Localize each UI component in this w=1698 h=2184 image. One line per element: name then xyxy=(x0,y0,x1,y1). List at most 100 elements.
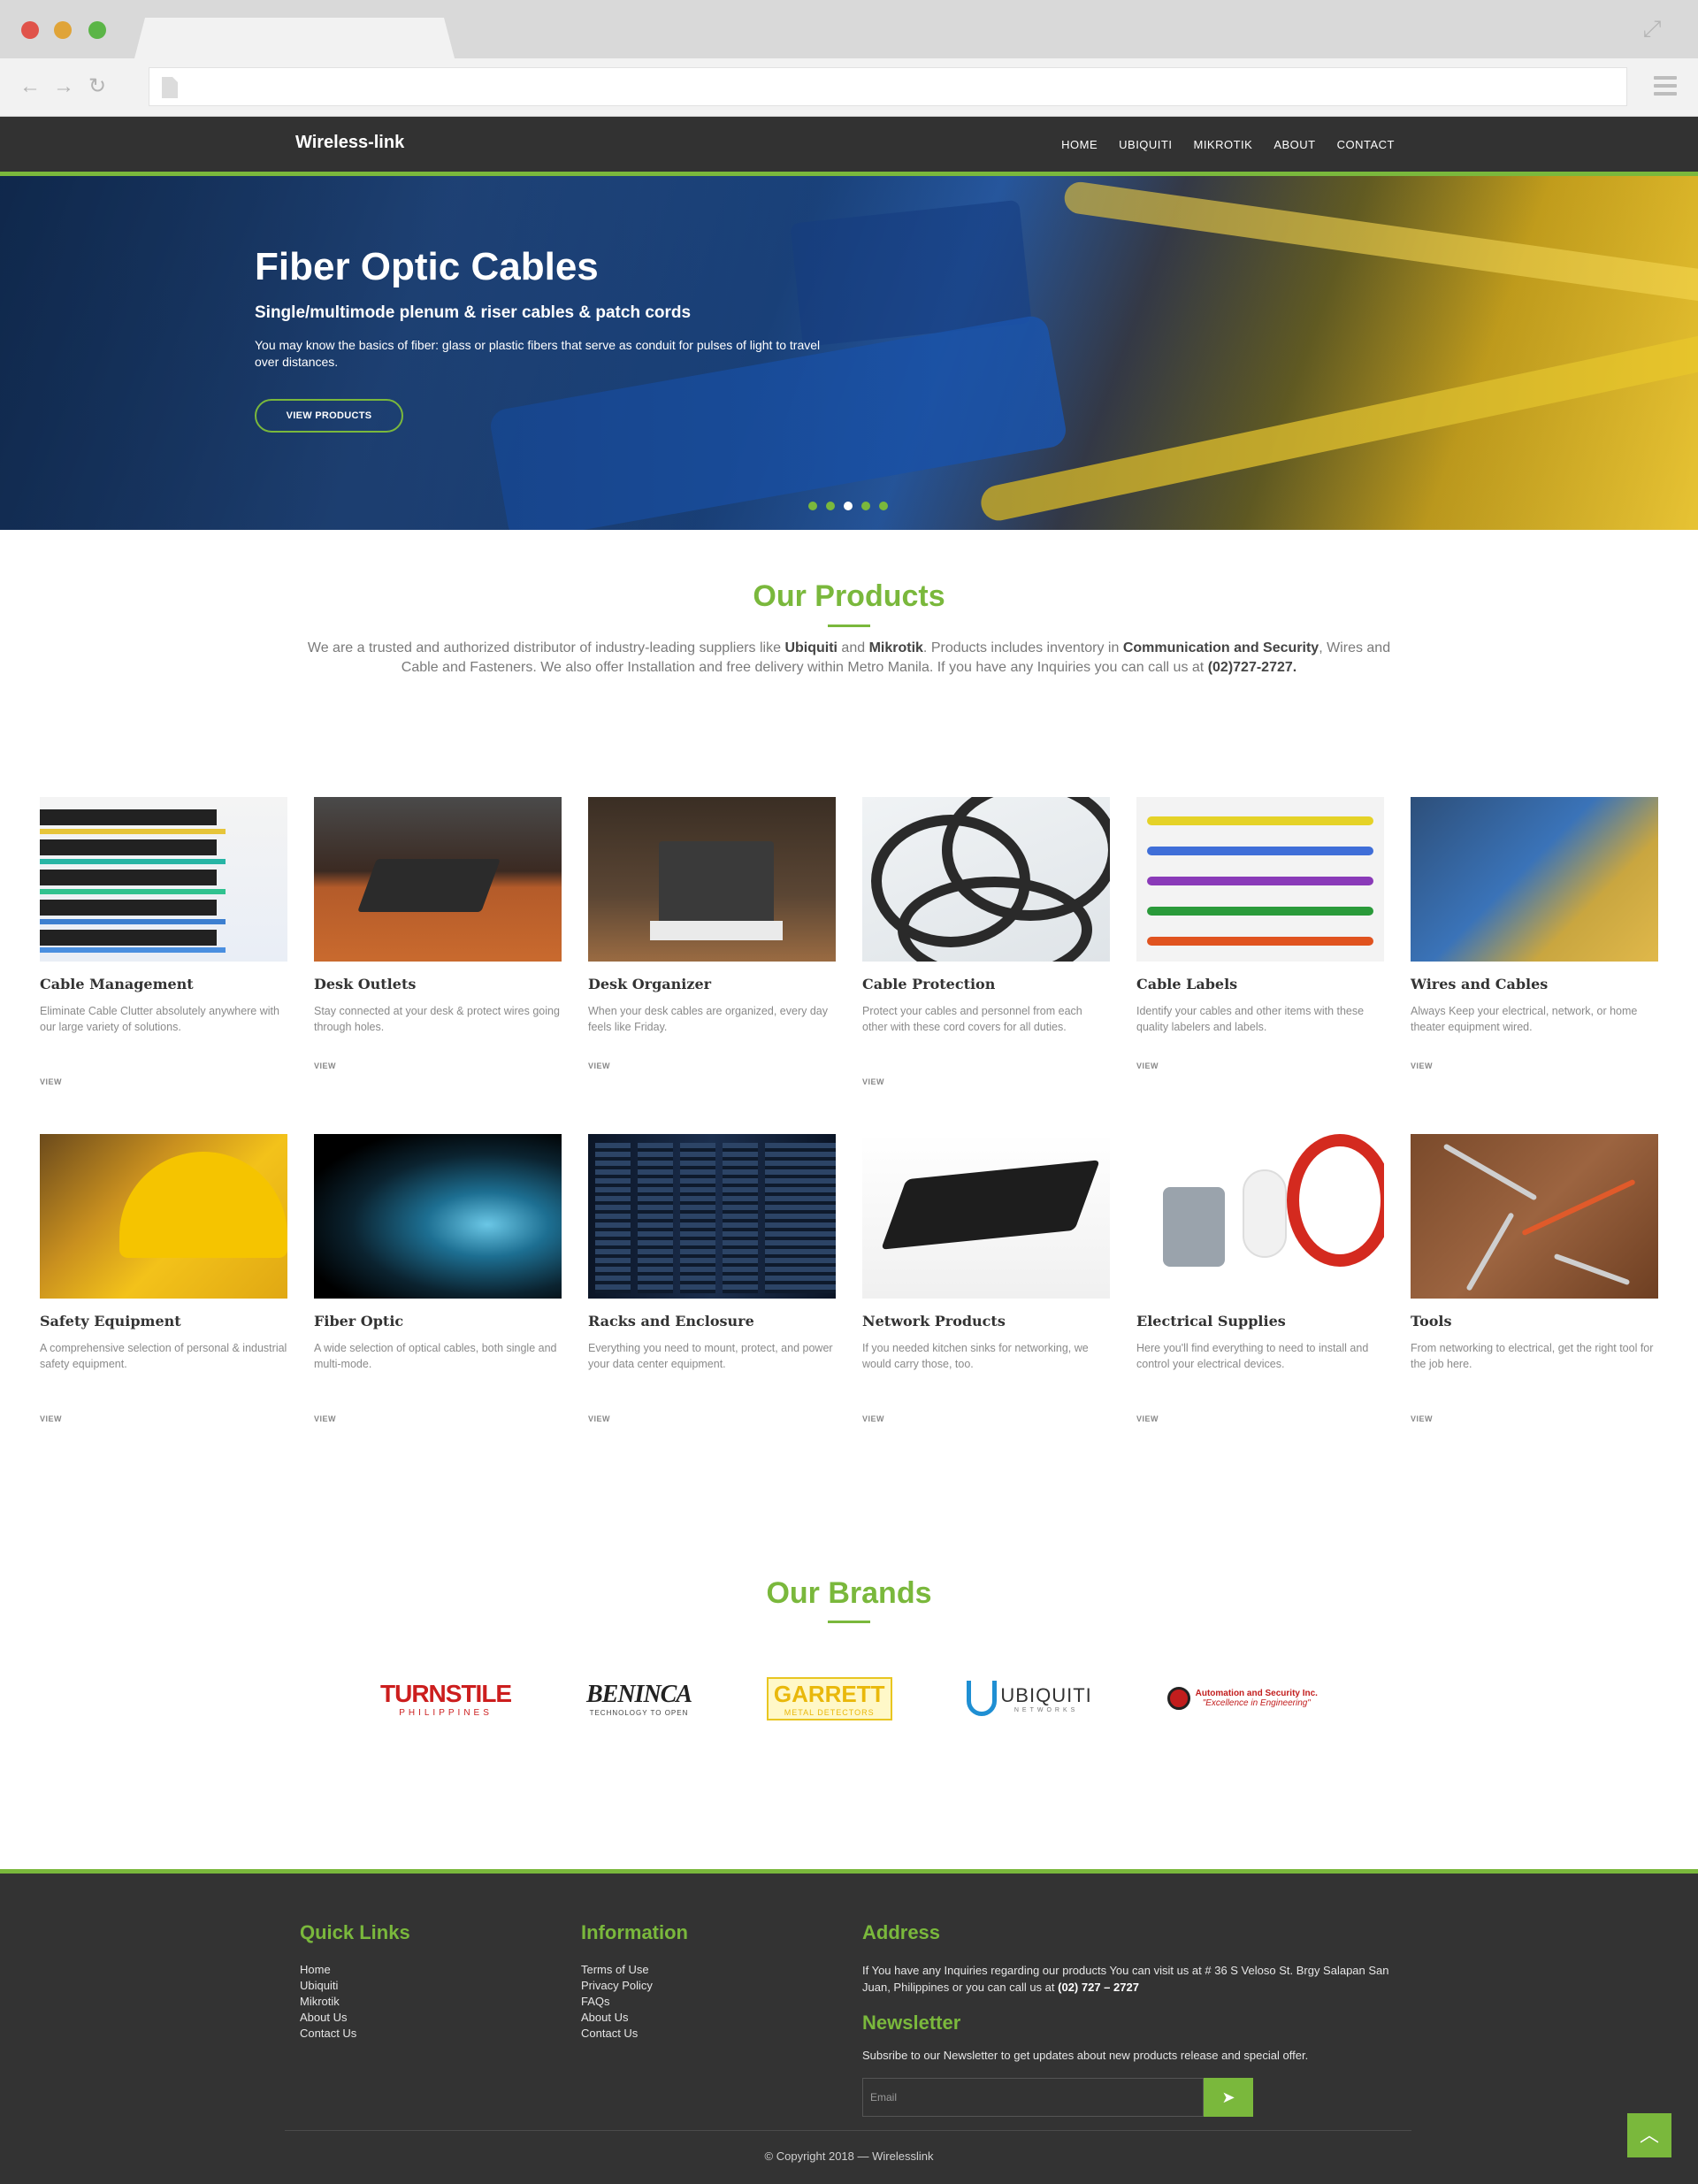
footer-link-privacy[interactable]: Privacy Policy xyxy=(581,1978,688,1994)
product-description: When your desk cables are organized, eve… xyxy=(588,1005,828,1033)
product-image[interactable] xyxy=(40,797,287,962)
logo-tagline: NETWORKS xyxy=(1013,1706,1079,1713)
slider-dot[interactable] xyxy=(844,502,853,510)
product-name[interactable]: Racks and Enclosure xyxy=(588,1313,836,1330)
view-link[interactable]: VIEW xyxy=(1411,1414,1658,1423)
seal-icon xyxy=(1166,1687,1190,1710)
logo-tagline: "Excellence in Engineering" xyxy=(1202,1698,1311,1708)
product-name[interactable]: Tools xyxy=(1411,1313,1658,1330)
hero-slider: Fiber Optic Cables Single/multimode plen… xyxy=(0,176,1698,530)
product-image[interactable] xyxy=(314,1134,562,1299)
browser-tab[interactable] xyxy=(134,18,455,58)
fullscreen-icon[interactable]: ⤢ xyxy=(1640,16,1664,41)
footer-link-ubiquiti[interactable]: Ubiquiti xyxy=(300,1978,410,1994)
product-image[interactable] xyxy=(862,1134,1110,1299)
view-link[interactable]: VIEW xyxy=(1136,1061,1384,1070)
product-card-wires-and-cables: Wires and Cables Always Keep your electr… xyxy=(1411,797,1658,1134)
reload-icon[interactable]: ↻ xyxy=(88,76,106,97)
product-name[interactable]: Safety Equipment xyxy=(40,1313,287,1330)
footer-link-contact-us[interactable]: Contact Us xyxy=(581,2026,688,2042)
product-image[interactable] xyxy=(1136,1134,1384,1299)
slider-dot[interactable] xyxy=(826,502,835,510)
ubiquiti-logo[interactable]: UBIQUITI NETWORKS xyxy=(967,1681,1091,1716)
view-link[interactable]: VIEW xyxy=(40,1077,287,1086)
product-grid: Cable Management Eliminate Cable Clutter… xyxy=(40,797,1658,1471)
footer-link-faqs[interactable]: FAQs xyxy=(581,1994,688,2010)
close-window-icon[interactable] xyxy=(21,21,39,39)
garrett-logo[interactable]: GARRETT METAL DETECTORS xyxy=(766,1676,892,1720)
product-image[interactable] xyxy=(1411,797,1658,962)
product-description: Here you'll find everything to need to i… xyxy=(1136,1342,1369,1370)
address-bar[interactable] xyxy=(149,67,1627,106)
nav-contact[interactable]: CONTACT xyxy=(1337,138,1395,151)
slider-dot[interactable] xyxy=(879,502,888,510)
view-link[interactable]: VIEW xyxy=(862,1077,1110,1086)
product-name[interactable]: Network Products xyxy=(862,1313,1110,1330)
browser-menu-icon[interactable] xyxy=(1654,76,1677,96)
email-input[interactable] xyxy=(862,2078,1204,2117)
product-name[interactable]: Cable Protection xyxy=(862,976,1110,992)
product-name[interactable]: Fiber Optic xyxy=(314,1313,562,1330)
nav-about[interactable]: ABOUT xyxy=(1274,138,1315,151)
product-name[interactable]: Desk Outlets xyxy=(314,976,562,992)
product-image[interactable] xyxy=(588,797,836,962)
product-name[interactable]: Electrical Supplies xyxy=(1136,1313,1384,1330)
product-name[interactable]: Desk Organizer xyxy=(588,976,836,992)
product-card-desk-organizer: Desk Organizer When your desk cables are… xyxy=(588,797,836,1134)
footer-link-about[interactable]: About Us xyxy=(300,2010,410,2026)
product-image[interactable] xyxy=(314,797,562,962)
view-link[interactable]: VIEW xyxy=(588,1414,836,1423)
back-to-top-icon[interactable]: ︿ xyxy=(1627,2113,1671,2157)
view-link[interactable]: VIEW xyxy=(40,1414,287,1423)
beninca-logo[interactable]: BENINCA TECHNOLOGY TO OPEN xyxy=(586,1681,692,1717)
product-name[interactable]: Cable Labels xyxy=(1136,976,1384,992)
footer-link-contact[interactable]: Contact Us xyxy=(300,2026,410,2042)
product-card-network-products: Network Products If you needed kitchen s… xyxy=(862,1134,1110,1471)
product-card-cable-labels: Cable Labels Identify your cables and ot… xyxy=(1136,797,1384,1134)
intro-mikrotik: Mikrotik xyxy=(868,640,923,655)
nav-ubiquiti[interactable]: UBIQUITI xyxy=(1119,138,1172,151)
slider-dot[interactable] xyxy=(808,502,817,510)
slider-dot[interactable] xyxy=(861,502,870,510)
turnstile-logo[interactable]: TURNSTILE PHILIPPINES xyxy=(380,1680,512,1718)
maximize-window-icon[interactable] xyxy=(88,21,106,39)
view-link[interactable]: VIEW xyxy=(862,1414,1110,1423)
product-description: Identify your cables and other items wit… xyxy=(1136,1005,1365,1033)
logo-text: Automation and Security Inc. xyxy=(1195,1689,1318,1698)
footer-link-mikrotik[interactable]: Mikrotik xyxy=(300,1994,410,2010)
intro-text: We are a trusted and authorized distribu… xyxy=(307,640,785,655)
address-column: Address If You have any Inquiries regard… xyxy=(862,1921,1393,2117)
product-image[interactable] xyxy=(1411,1134,1658,1299)
hero-description: You may know the basics of fiber: glass … xyxy=(255,338,821,369)
footer-link-terms[interactable]: Terms of Use xyxy=(581,1962,688,1978)
logo-text: UBIQUITI xyxy=(1000,1683,1092,1706)
footer-divider xyxy=(285,2130,1411,2131)
footer-link-home[interactable]: Home xyxy=(300,1962,410,1978)
title-underline xyxy=(828,1621,870,1623)
view-products-button[interactable]: VIEW PRODUCTS xyxy=(255,399,403,433)
product-image[interactable] xyxy=(588,1134,836,1299)
product-image[interactable] xyxy=(862,797,1110,962)
product-card-cable-protection: Cable Protection Protect your cables and… xyxy=(862,797,1110,1134)
send-icon[interactable]: ➤ xyxy=(1204,2078,1253,2117)
nav-home[interactable]: HOME xyxy=(1061,138,1098,151)
address-text: If You have any Inquiries regarding our … xyxy=(862,1962,1393,1996)
automation-security-logo[interactable]: Automation and Security Inc. "Excellence… xyxy=(1166,1687,1318,1710)
product-image[interactable] xyxy=(40,1134,287,1299)
quick-links-column: Quick Links Home Ubiquiti Mikrotik About… xyxy=(300,1921,410,2042)
site-logo[interactable]: Wireless-link xyxy=(295,133,404,153)
view-link[interactable]: VIEW xyxy=(588,1061,836,1070)
view-link[interactable]: VIEW xyxy=(1411,1061,1658,1070)
minimize-window-icon[interactable] xyxy=(54,21,72,39)
nav-mikrotik[interactable]: MIKROTIK xyxy=(1193,138,1252,151)
footer-link-about-us[interactable]: About Us xyxy=(581,2010,688,2026)
product-name[interactable]: Cable Management xyxy=(40,976,287,992)
site-footer: Quick Links Home Ubiquiti Mikrotik About… xyxy=(0,1869,1698,2184)
product-image[interactable] xyxy=(1136,797,1384,962)
view-link[interactable]: VIEW xyxy=(314,1414,562,1423)
back-arrow-icon[interactable]: ← xyxy=(19,76,41,97)
view-link[interactable]: VIEW xyxy=(1136,1414,1384,1423)
forward-arrow-icon[interactable]: → xyxy=(53,76,74,97)
product-name[interactable]: Wires and Cables xyxy=(1411,976,1658,992)
view-link[interactable]: VIEW xyxy=(314,1061,562,1070)
